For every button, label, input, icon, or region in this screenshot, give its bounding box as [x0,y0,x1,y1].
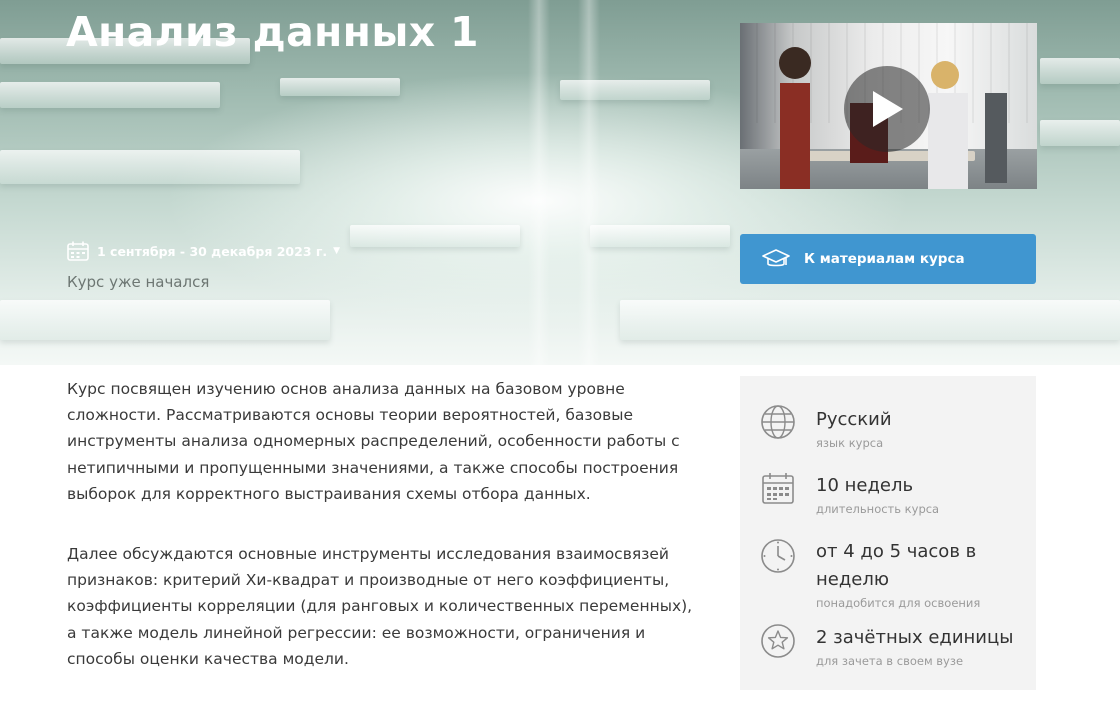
bg-decoration [620,300,1120,340]
description-paragraph: Далее обсуждаются основные инструменты и… [67,545,693,668]
clock-icon [761,539,795,573]
info-value: 2 зачётных единицы [816,627,1014,648]
graduation-cap-icon [762,248,790,270]
info-label: для зачета в своем вузе [816,654,964,668]
info-label: понадобится для освоения [816,596,981,610]
star-icon [761,624,795,658]
info-value: 10 недель [816,475,914,496]
course-materials-button[interactable]: К материалам курса [740,234,1036,284]
calendar-icon [67,241,89,261]
course-info-panel: Русский язык курса 10 недель длительност… [740,376,1036,690]
course-materials-label: К материалам курса [804,251,965,267]
bg-decoration [528,0,550,365]
bg-decoration [0,82,220,108]
bg-decoration [590,225,730,247]
bg-decoration [578,0,600,365]
globe-icon [761,405,795,439]
chevron-down-icon: ▼ [333,246,341,256]
play-button[interactable] [844,66,930,152]
course-description: Курс посвящен изучению основ анализа дан… [67,376,697,706]
course-hero: Анализ данных 1 1 сентября - 30 декабря … [0,0,1120,365]
course-video-thumbnail[interactable] [740,23,1037,189]
bg-decoration [280,78,400,96]
bg-decoration [0,150,300,184]
course-dates: 1 сентября - 30 декабря 2023 г. [97,243,328,259]
bg-decoration [350,225,520,247]
bg-decoration [1040,58,1120,84]
course-dates-dropdown[interactable]: 1 сентября - 30 декабря 2023 г. ▼ [67,241,340,261]
course-status: Курс уже начался [67,273,210,291]
info-value: от 4 до 5 часов в неделю [816,541,977,590]
bg-decoration [1040,120,1120,146]
info-label: длительность курса [816,502,940,516]
calendar-icon [762,473,794,504]
info-value: Русский [816,409,892,430]
course-title: Анализ данных 1 [66,8,479,56]
play-icon [873,91,903,127]
description-paragraph: Курс посвящен изучению основ анализа дан… [67,380,680,503]
info-label: язык курса [816,436,884,450]
bg-decoration [0,300,330,340]
